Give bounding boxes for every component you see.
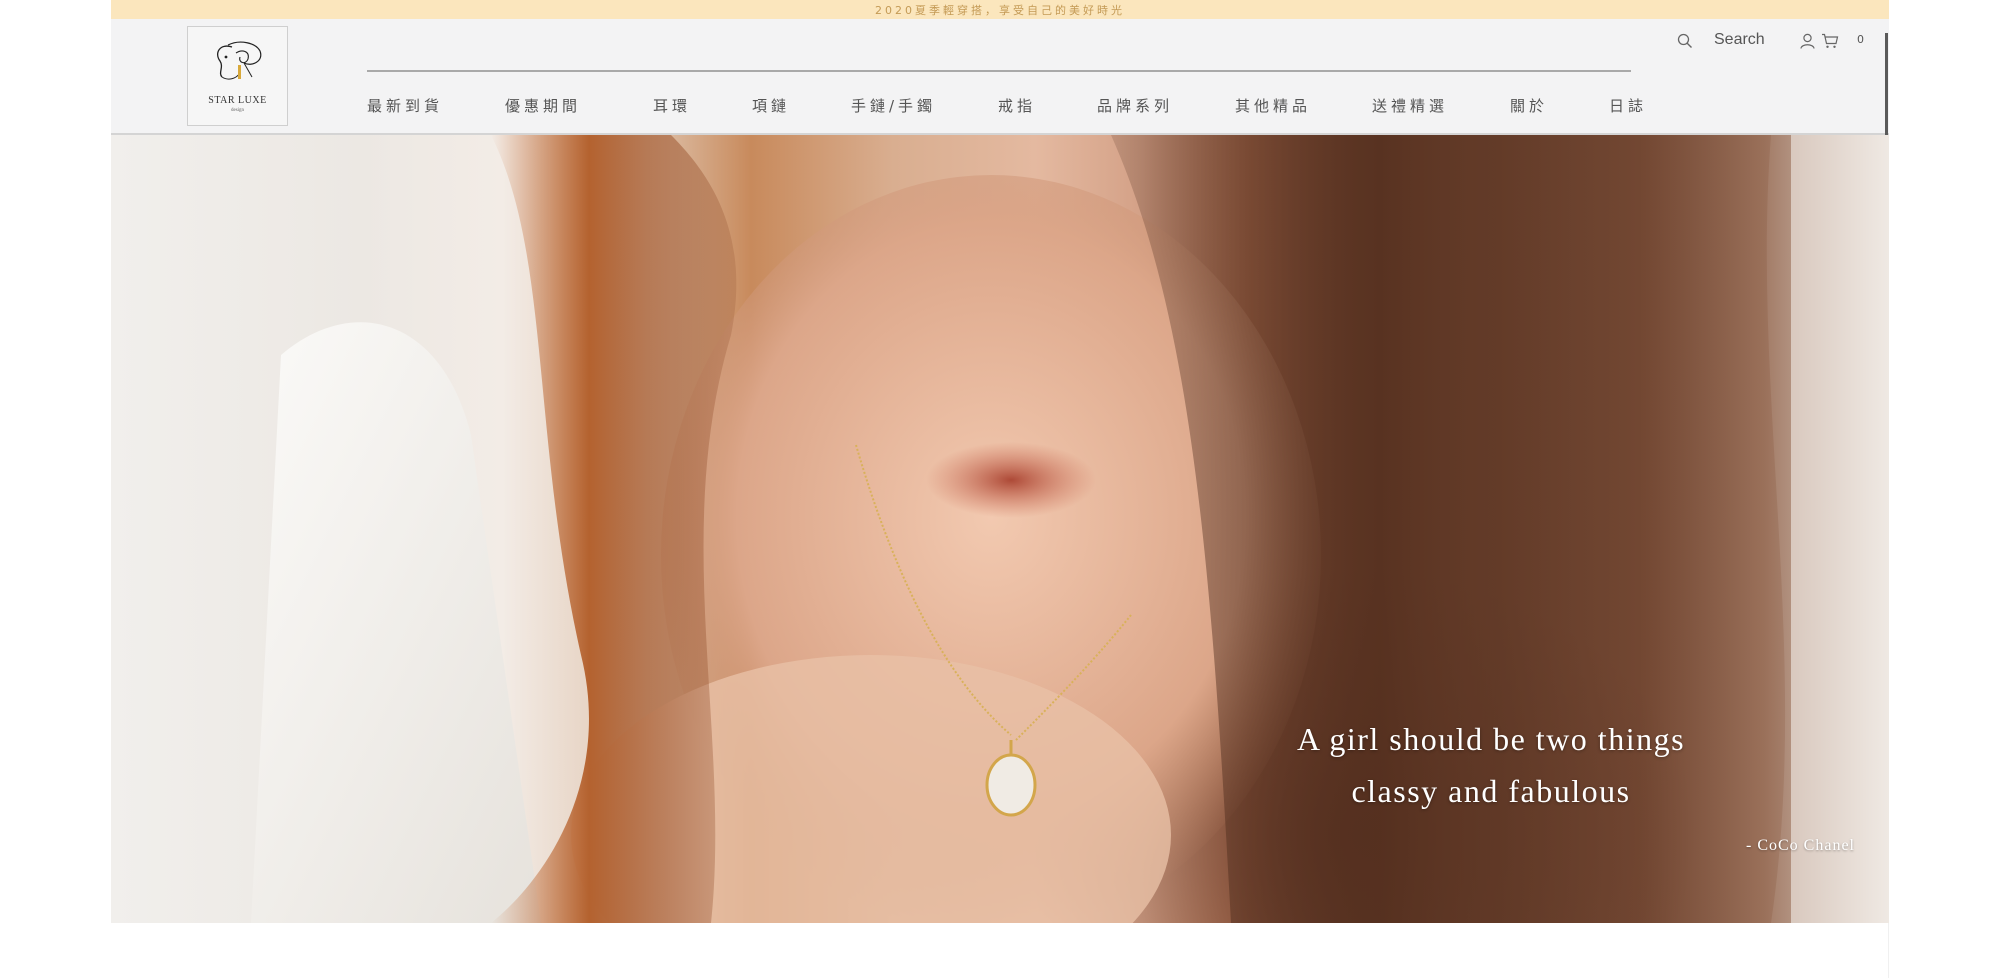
cart-count[interactable]: 0	[1857, 33, 1864, 46]
search-link[interactable]: Search	[1714, 31, 1765, 49]
site-header: STAR LUXE design 最新到貨 優惠期間 耳環 項鏈 手鏈/手鐲 戒…	[111, 19, 1889, 218]
page: 2020夏季輕穿搭，享受自己的美好時光 STAR LUXE design 最新到	[0, 0, 2000, 978]
hero-quote-line-2: classy and fabulous	[1351, 773, 1631, 809]
nav-item-other-goods[interactable]: 其他精品	[1235, 95, 1311, 116]
search-icon[interactable]	[1677, 33, 1693, 53]
hero-quote-line-1: A girl should be two things	[1296, 721, 1686, 757]
logo-name: STAR LUXE	[208, 95, 267, 106]
logo-mark-icon	[217, 41, 262, 80]
nav-item-about[interactable]: 關於	[1510, 95, 1548, 116]
nav-item-earrings[interactable]: 耳環	[653, 95, 691, 116]
nav-item-bracelets[interactable]: 手鏈/手鐲	[851, 95, 936, 116]
announcement-text: 2020夏季輕穿搭，享受自己的美好時光	[875, 3, 1125, 17]
nav-item-gift-picks[interactable]: 送禮精選	[1372, 95, 1448, 116]
user-icon[interactable]	[1800, 33, 1815, 53]
nav-item-rings[interactable]: 戒指	[998, 95, 1036, 116]
hero-quote-attribution: - CoCo Chanel	[1746, 837, 1855, 854]
announcement-bar: 2020夏季輕穿搭，享受自己的美好時光	[111, 0, 1889, 19]
nav-item-brand-series[interactable]: 品牌系列	[1097, 95, 1173, 116]
hero-banner[interactable]: A girl should be two things classy and f…	[111, 135, 1889, 923]
nav-item-necklaces[interactable]: 項鏈	[752, 95, 790, 116]
site-container: 2020夏季輕穿搭，享受自己的美好時光 STAR LUXE design 最新到	[111, 0, 1889, 978]
site-logo[interactable]: STAR LUXE design	[187, 26, 288, 126]
nav-item-new-arrivals[interactable]: 最新到貨	[367, 95, 443, 116]
main-nav: 最新到貨 優惠期間 耳環 項鏈 手鏈/手鐲 戒指 品牌系列 其他精品 送禮精選 …	[367, 95, 1643, 121]
nav-item-promotions[interactable]: 優惠期間	[505, 95, 581, 116]
nav-divider	[367, 70, 1631, 72]
nav-item-journal[interactable]: 日誌	[1609, 95, 1647, 116]
cart-icon[interactable]	[1821, 33, 1839, 53]
content-area	[111, 923, 1889, 978]
logo-subtitle: design	[230, 108, 245, 113]
